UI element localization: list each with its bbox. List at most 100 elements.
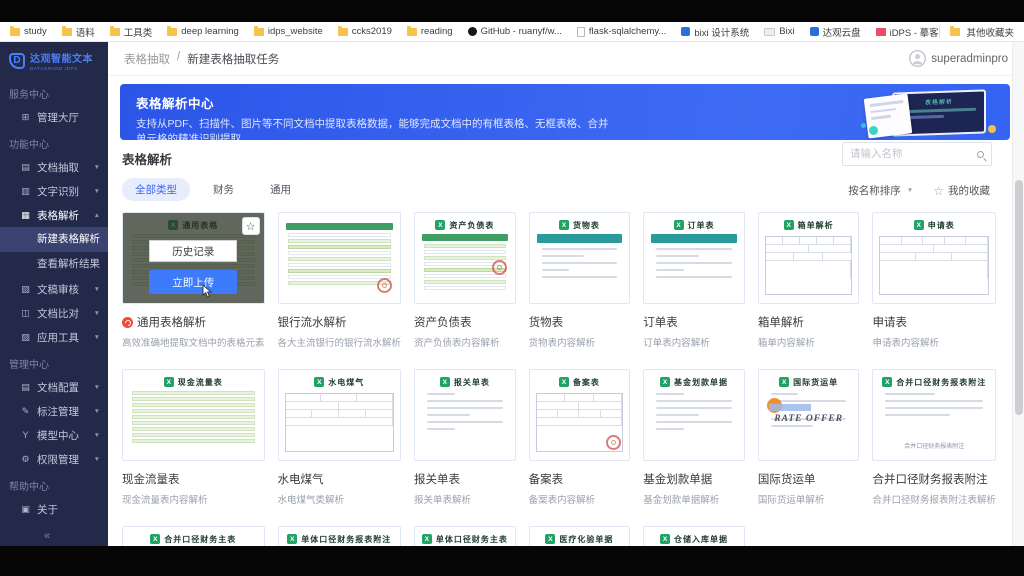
sidebar-item[interactable]: ⊞管理大厅	[0, 105, 108, 129]
template-card[interactable]: X报关单表报关单表报关单表解析	[414, 369, 516, 506]
card-thumbnail[interactable]: X货物表	[529, 212, 631, 304]
filter-chip[interactable]: 通用	[257, 178, 304, 201]
template-card[interactable]: X货物表货物表货物表内容解析	[529, 212, 631, 349]
sidebar-item-label: 管理大厅	[37, 110, 79, 125]
bookmark-item[interactable]: GitHub - ruanyf/w...	[468, 26, 562, 37]
sort-label: 按名称排序	[848, 183, 901, 198]
bookmark-item[interactable]: iDPS - 摹客	[876, 25, 939, 39]
breadcrumb-parent[interactable]: 表格抽取	[124, 51, 170, 67]
upload-button[interactable]: 立即上传	[149, 270, 237, 294]
permission-icon: ⚙	[19, 454, 32, 465]
sidebar-item[interactable]: Y模型中心▼	[0, 423, 108, 447]
card-thumbnail[interactable]: X箱单解析	[758, 212, 860, 304]
search-input[interactable]	[850, 148, 977, 160]
template-card-partial[interactable]: X单体口径财务主表	[414, 526, 516, 546]
template-card-partial[interactable]: X仓储入库单据	[643, 526, 745, 546]
template-card[interactable]: X备案表备案表备案表内容解析	[529, 369, 631, 506]
logo-icon: D	[9, 53, 25, 69]
decorative-bar	[902, 108, 976, 114]
sidebar-item[interactable]: ✎标注管理▼	[0, 399, 108, 423]
thumbnail-title: 单体口径财务报表附注	[301, 534, 391, 545]
template-card[interactable]: X现金流量表现金流量表现金流量表内容解析	[122, 369, 265, 506]
filter-chip[interactable]: 全部类型	[122, 178, 190, 201]
card-thumbnail[interactable]: X仓储入库单据	[643, 526, 745, 546]
red-stamp-icon	[377, 278, 392, 293]
template-card-partial[interactable]: X单体口径财务报表附注	[278, 526, 402, 546]
template-card[interactable]: X通用表格历史记录立即上传☆通用表格解析高效准确地提取文档中的表格元素	[122, 212, 265, 349]
history-button[interactable]: 历史记录	[149, 240, 237, 262]
other-bookmarks-folder[interactable]: 其他收藏夹	[939, 25, 1014, 39]
bookmark-item[interactable]: ccks2019	[338, 26, 392, 37]
search-icon[interactable]	[977, 151, 984, 158]
bookmark-item[interactable]: Bixi	[764, 26, 794, 37]
template-card[interactable]: X水电煤气水电煤气水电煤气类解析	[278, 369, 402, 506]
bookmark-item[interactable]: flask-sqlalchemy...	[577, 26, 666, 37]
card-thumbnail[interactable]: X水电煤气	[278, 369, 402, 461]
card-thumbnail[interactable]: X单体口径财务主表	[414, 526, 516, 546]
bookmark-item[interactable]: deep learning	[167, 26, 239, 37]
template-card[interactable]: X申请表申请表申请表内容解析	[872, 212, 996, 349]
sidebar-item-label: 文字识别	[37, 184, 79, 199]
template-card[interactable]: 银行流水解析各大主流银行的银行流水解析	[278, 212, 402, 349]
app-logo[interactable]: D 达观智能文本 DATAGRAND IDPS	[0, 42, 108, 79]
bookmark-item[interactable]: idps_website	[254, 26, 323, 37]
favorites-label: 我的收藏	[948, 183, 990, 198]
template-card[interactable]: X基金划款单据基金划款单据基金划款单据解析	[643, 369, 745, 506]
sidebar-item[interactable]: ▤文档抽取▼	[0, 155, 108, 179]
sidebar-item[interactable]: ▧文稿审核▼	[0, 277, 108, 301]
card-thumbnail[interactable]: X单体口径财务报表附注	[278, 526, 402, 546]
card-description: 国际货运单解析	[758, 492, 860, 506]
card-thumbnail[interactable]: X订单表	[643, 212, 745, 304]
card-thumbnail[interactable]: X报关单表	[414, 369, 516, 461]
template-card[interactable]: X订单表订单表订单表内容解析	[643, 212, 745, 349]
card-thumbnail[interactable]: X基金划款单据	[643, 369, 745, 461]
card-thumbnail[interactable]: X通用表格历史记录立即上传☆	[122, 212, 265, 304]
bookmark-item[interactable]: bixi 设计系统	[681, 25, 749, 39]
page-scrollbar[interactable]	[1012, 42, 1024, 546]
collapse-sidebar-button[interactable]: «	[44, 530, 50, 542]
card-description: 高效准确地提取文档中的表格元素	[122, 335, 265, 349]
sidebar-item[interactable]: ◫文档比对▼	[0, 301, 108, 325]
card-thumbnail[interactable]: X国际货运单RATE OFFER	[758, 369, 860, 461]
sort-control[interactable]: 按名称排序 ▼	[848, 183, 913, 198]
template-card-partial[interactable]: X医疗化验单据	[529, 526, 631, 546]
thumbnail-title: 医疗化验单据	[559, 534, 613, 545]
bookmark-item[interactable]: 工具类	[110, 25, 153, 39]
scrollbar-thumb[interactable]	[1015, 180, 1023, 415]
sidebar-item[interactable]: ▨应用工具▼	[0, 325, 108, 349]
card-thumbnail[interactable]: X医疗化验单据	[529, 526, 631, 546]
sidebar-subitem[interactable]: 查看解析结果	[0, 252, 108, 277]
bookmark-item[interactable]: reading	[407, 26, 453, 37]
template-card[interactable]: X合并口径财务报表附注合并口径财务报表附注合并口径财务报表附注合并口径财务报表附…	[872, 369, 996, 506]
card-thumbnail[interactable]: X合并口径财务报表附注合并口径财务报表附注	[872, 369, 996, 461]
sidebar-item[interactable]: ▥文字识别▼	[0, 179, 108, 203]
user-menu[interactable]: superadminpro	[909, 50, 1008, 67]
card-thumbnail[interactable]: X备案表	[529, 369, 631, 461]
bookmark-item[interactable]: study	[10, 26, 47, 37]
sidebar-item[interactable]: ▦表格解析▲	[0, 203, 108, 227]
sidebar-item-label: 文档比对	[37, 306, 79, 321]
review-icon: ▧	[19, 284, 32, 295]
card-thumbnail[interactable]: X申请表	[872, 212, 996, 304]
breadcrumb: 表格抽取 / 新建表格抽取任务	[124, 51, 279, 67]
favorite-star-button[interactable]: ☆	[242, 217, 260, 235]
template-card-partial[interactable]: X合并口径财务主表	[122, 526, 265, 546]
card-thumbnail[interactable]	[278, 212, 402, 304]
card-thumbnail[interactable]: X合并口径财务主表	[122, 526, 265, 546]
favorites-button[interactable]: ☆ 我的收藏	[933, 183, 990, 198]
sidebar-item[interactable]: ▤文档配置▼	[0, 375, 108, 399]
sidebar-subitem[interactable]: 新建表格解析	[0, 227, 108, 252]
bookmark-item[interactable]: 达观云盘	[810, 25, 861, 39]
card-thumbnail[interactable]: X资产负债表	[414, 212, 516, 304]
card-thumbnail[interactable]: X现金流量表	[122, 369, 265, 461]
search-box[interactable]	[842, 142, 992, 166]
template-card[interactable]: X资产负债表资产负债表资产负债表内容解析	[414, 212, 516, 349]
excel-icon: X	[435, 220, 445, 230]
template-card[interactable]: X箱单解析箱单解析箱单内容解析	[758, 212, 860, 349]
sidebar-item[interactable]: ▣关于	[0, 497, 108, 521]
filter-chip[interactable]: 财务	[200, 178, 247, 201]
sidebar-item-label: 文稿审核	[37, 282, 79, 297]
template-card[interactable]: X国际货运单RATE OFFER国际货运单国际货运单解析	[758, 369, 860, 506]
sidebar-item[interactable]: ⚙权限管理▼	[0, 447, 108, 471]
bookmark-item[interactable]: 语料	[62, 25, 95, 39]
